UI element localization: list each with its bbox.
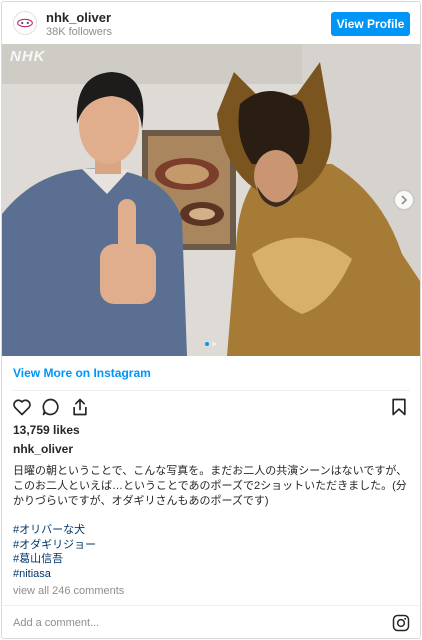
- instagram-logo-button[interactable]: [392, 614, 410, 632]
- save-button[interactable]: [389, 397, 409, 417]
- nhk-watermark: NHK: [10, 48, 46, 65]
- view-more-link[interactable]: View More on Instagram: [13, 366, 151, 380]
- follower-count: 38K followers: [46, 26, 113, 38]
- view-all-comments-link[interactable]: view all 246 comments: [13, 585, 124, 597]
- comment-bar: [2, 605, 420, 638]
- hashtag-link[interactable]: #オダギリジョー: [13, 538, 96, 553]
- like-button[interactable]: [12, 397, 32, 417]
- like-count[interactable]: 13,759 likes: [13, 423, 80, 437]
- post-header: nhk_oliver 38K followers View Profile: [2, 2, 420, 44]
- carousel-dot: [212, 342, 216, 346]
- instagram-icon: [392, 614, 410, 632]
- share-icon: [73, 398, 87, 416]
- header-username[interactable]: nhk_oliver: [46, 10, 111, 25]
- chevron-right-icon: [401, 195, 408, 205]
- avatar[interactable]: [13, 11, 37, 35]
- view-profile-button[interactable]: View Profile: [331, 12, 410, 36]
- comment-input[interactable]: [13, 614, 373, 632]
- instagram-embed-card: nhk_oliver 38K followers View Profile NH…: [1, 1, 421, 639]
- bookmark-icon: [392, 398, 406, 416]
- hashtag-link[interactable]: #葛山信吾: [13, 552, 96, 567]
- caption-username[interactable]: nhk_oliver: [13, 442, 73, 456]
- photo-illustration: [2, 44, 420, 356]
- carousel-indicator: [205, 342, 216, 346]
- caption-text: 日曜の朝ということで、こんな写真を。まだお二人の共演シーンはないですが、このお二…: [13, 465, 408, 507]
- comment-icon: [42, 398, 59, 416]
- action-bar: [12, 397, 90, 419]
- carousel-next-button[interactable]: [395, 191, 413, 209]
- hashtag-link[interactable]: #nitiasa: [13, 567, 96, 582]
- hashtag-list: #オリバーな犬 #オダギリジョー #葛山信吾 #nitiasa: [13, 523, 96, 581]
- hashtag-link[interactable]: #オリバーな犬: [13, 523, 96, 538]
- comment-button[interactable]: [41, 397, 61, 417]
- share-button[interactable]: [70, 397, 90, 417]
- carousel-dot: [205, 342, 209, 346]
- post-photo[interactable]: NHK: [2, 44, 420, 356]
- divider: [12, 390, 410, 391]
- heart-icon: [13, 399, 31, 416]
